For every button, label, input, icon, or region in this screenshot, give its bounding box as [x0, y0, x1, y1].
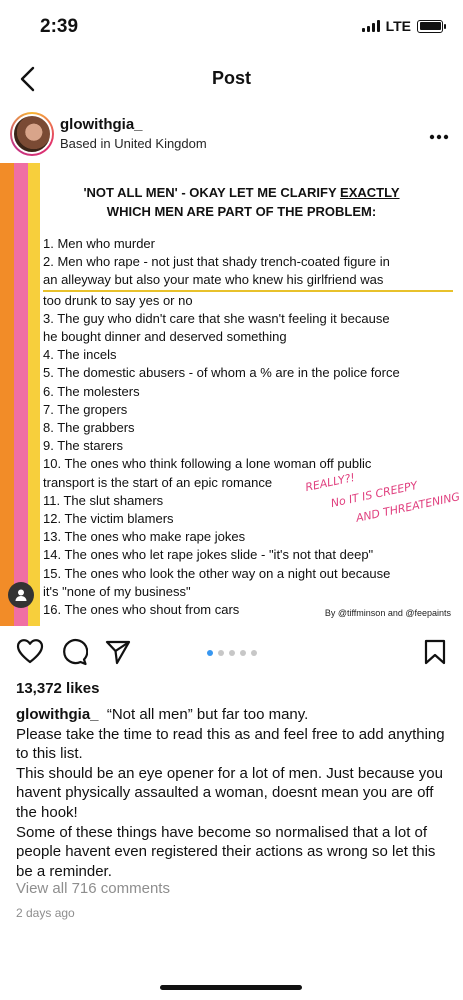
like-count[interactable]: 13,372 likes [16, 680, 99, 697]
list-item: an alleyway but also your mate who knew … [43, 271, 453, 292]
carousel-dots [0, 650, 463, 656]
stripe-pink [14, 163, 28, 626]
bookmark-icon [424, 639, 446, 665]
page-title: Post [211, 68, 251, 88]
image-title-line2: WHICH MEN ARE PART OF THE PROBLEM: [106, 204, 377, 219]
more-horizontal-icon [429, 134, 449, 140]
post-caption: glowithgia_ “Not all men” but far too ma… [16, 705, 449, 881]
post-header: glowithgia_ Based in United Kingdom [0, 110, 463, 160]
list-item: 3. The guy who didn't care that she wasn… [43, 310, 390, 326]
caption-username[interactable]: glowithgia_ [16, 706, 99, 723]
list-item: he bought dinner and deserved something [43, 329, 287, 345]
list-item: 14. The ones who let rape jokes slide - … [43, 547, 374, 563]
stripe-orange [0, 163, 14, 626]
list-item: 7. The gropers [43, 401, 128, 417]
image-title: 'NOT ALL MEN' - OKAY LET ME CLARIFY EXAC… [60, 183, 423, 221]
list-item: 6. The molesters [43, 383, 140, 399]
image-title-emphasis: EXACTLY [340, 185, 400, 200]
save-button[interactable] [423, 638, 447, 671]
status-bar: 2:39 LTE [0, 0, 463, 52]
carousel-dot [217, 650, 224, 656]
list-item: 10. The ones who think following a lone … [43, 456, 372, 472]
home-indicator [160, 985, 302, 990]
status-indicators: LTE [361, 18, 446, 34]
list-item: 1. Men who murder [43, 236, 155, 251]
author-username[interactable]: glowithgia_ [60, 116, 143, 133]
list-item: 2. Men who rape - not just that shady tr… [43, 254, 390, 270]
author-location[interactable]: Based in United Kingdom [60, 136, 207, 151]
image-credit: By @tiffminson and @feepaints [324, 608, 451, 618]
signal-icon [361, 20, 380, 32]
carousel-dot [206, 650, 213, 656]
post-timestamp: 2 days ago [16, 906, 75, 920]
caption-text: “Not all men” but far too many. [106, 706, 309, 723]
caption-text: Some of these things have become so norm… [16, 823, 436, 880]
carousel-dot [228, 650, 235, 656]
caption-text: This should be an eye opener for a lot o… [16, 764, 443, 821]
list-item: 5. The domestic abusers - of whom a % ar… [43, 365, 400, 381]
carousel-dot [239, 650, 246, 656]
status-time: 2:39 [40, 16, 79, 37]
list-item: 13. The ones who make rape jokes [43, 529, 246, 545]
carousel-dot [250, 650, 257, 656]
list-item: too drunk to say yes or no [43, 292, 193, 308]
stripe-yellow [28, 163, 40, 626]
top-nav: Post [0, 56, 463, 102]
list-item: 15. The ones who look the other way on a… [43, 565, 391, 581]
battery-icon [417, 19, 446, 33]
caption-text: Please take the time to read this as and… [16, 725, 445, 763]
post-image[interactable]: 'NOT ALL MEN' - OKAY LET ME CLARIFY EXAC… [0, 163, 463, 626]
tagged-people-icon[interactable] [8, 582, 34, 608]
list-item: 9. The starers [43, 438, 123, 454]
more-options-button[interactable] [429, 120, 449, 146]
image-list: 1. Men who murder 2. Men who rape - not … [43, 235, 453, 619]
list-item: 4. The incels [43, 347, 117, 363]
avatar[interactable] [10, 112, 54, 156]
list-item: 8. The grabbers [43, 420, 135, 436]
action-bar [0, 632, 463, 672]
network-label: LTE [385, 18, 411, 34]
image-title-line1: 'NOT ALL MEN' - OKAY LET ME CLARIFY [83, 185, 337, 200]
view-comments-link[interactable]: View all 716 comments [16, 880, 170, 897]
list-item: it's "none of my business" [43, 583, 191, 599]
